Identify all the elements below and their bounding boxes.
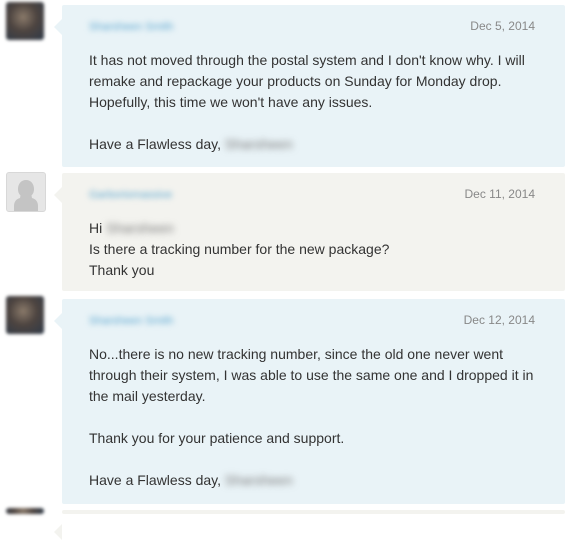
sender-name-link[interactable]: Sharsheen Smith bbox=[89, 315, 173, 327]
message-bubble: Sharsheen Smith Dec 5, 2014 It has not m… bbox=[54, 5, 565, 167]
message-bubble bbox=[54, 510, 565, 540]
message-bubble: Sharsheen Smith Dec 12, 2014 No...there … bbox=[54, 299, 565, 504]
message-text: No...there is no new tracking number, si… bbox=[89, 346, 534, 404]
signoff-name: Sharsheen bbox=[224, 136, 293, 152]
sender-name-link[interactable]: Sharsheen Smith bbox=[89, 21, 173, 33]
message-body: No...there is no new tracking number, si… bbox=[89, 344, 539, 491]
message-date: Dec 12, 2014 bbox=[463, 313, 535, 327]
message-body: It has not moved through the postal syst… bbox=[89, 50, 539, 155]
avatar[interactable] bbox=[6, 296, 44, 334]
message-date: Dec 11, 2014 bbox=[464, 187, 536, 201]
signoff-line: Have a Flawless day, Sharsheen bbox=[89, 134, 539, 155]
avatar[interactable] bbox=[6, 508, 44, 514]
message-body: Hi Sharsheen Is there a tracking number … bbox=[89, 218, 539, 281]
message-text: Thank you for your patience and support. bbox=[89, 430, 345, 446]
signoff-text: Have a Flawless day, bbox=[89, 136, 222, 152]
message-date: Dec 5, 2014 bbox=[470, 19, 535, 33]
message-text: It has not moved through the postal syst… bbox=[89, 52, 525, 110]
greeting-name: Sharsheen bbox=[106, 220, 174, 236]
avatar[interactable] bbox=[6, 172, 46, 212]
message-text: Is there a tracking number for the new p… bbox=[89, 241, 390, 257]
sender-name-link[interactable]: Garboriomassive bbox=[89, 189, 172, 201]
message-text: Thank you bbox=[89, 262, 155, 278]
avatar[interactable] bbox=[6, 2, 44, 40]
greeting-line: Hi Sharsheen bbox=[89, 218, 539, 239]
signoff-name: Sharsheen bbox=[224, 472, 293, 488]
message-bubble: Garboriomassive Dec 11, 2014 Hi Sharshee… bbox=[54, 173, 565, 291]
signoff-text: Have a Flawless day, bbox=[89, 472, 222, 488]
person-silhouette-icon bbox=[14, 180, 38, 211]
greeting-text: Hi bbox=[89, 220, 103, 236]
signoff-line: Have a Flawless day, Sharsheen bbox=[89, 470, 539, 491]
